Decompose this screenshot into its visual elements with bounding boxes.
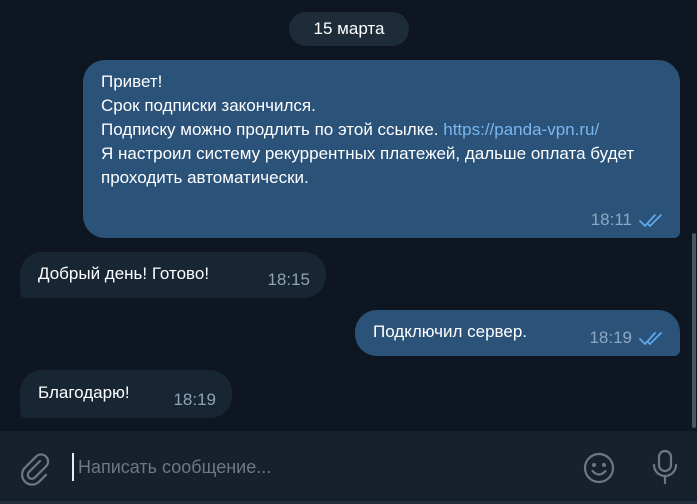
scrollbar[interactable] [692,233,696,428]
message-bubble-outgoing[interactable]: Привет! Срок подписки закончился. Подпис… [83,60,680,238]
message-meta: 18:19 [173,388,216,412]
message-time: 18:19 [589,328,632,347]
message-text: Благодарю! [38,383,130,402]
message-text-part: Привет! Срок подписки закончился. Подпис… [101,72,439,139]
message-text-part: Я настроил систему рекуррентных платежей… [101,144,635,187]
message-input[interactable] [72,453,548,481]
message-link[interactable]: https://panda-vpn.ru/ [443,120,599,139]
smiley-icon[interactable] [581,450,617,486]
double-check-icon [638,330,664,346]
message-meta: 18:11 [591,208,664,232]
message-text: Добрый день! Готово! [38,264,210,283]
double-check-icon [638,212,664,228]
paperclip-icon[interactable] [18,452,52,486]
microphone-icon[interactable] [648,447,682,487]
message-meta: 18:19 [589,326,664,350]
message-time: 18:19 [173,390,216,409]
message-time: 18:11 [590,210,632,229]
message-bubble-incoming[interactable]: Добрый день! Готово! 18:15 [20,252,326,298]
date-separator: 15 марта [289,12,409,46]
message-text: Привет! Срок подписки закончился. Подпис… [101,70,658,190]
message-bubble-incoming[interactable]: Благодарю! 18:19 [20,370,232,418]
message-bubble-outgoing[interactable]: Подключил сервер. 18:19 [355,310,680,356]
message-text: Подключил сервер. [373,322,528,341]
message-time: 18:15 [267,270,310,289]
chat-window: 15 марта Привет! Срок подписки закончилс… [0,0,697,504]
message-composer [0,431,697,504]
message-meta: 18:15 [267,268,310,292]
